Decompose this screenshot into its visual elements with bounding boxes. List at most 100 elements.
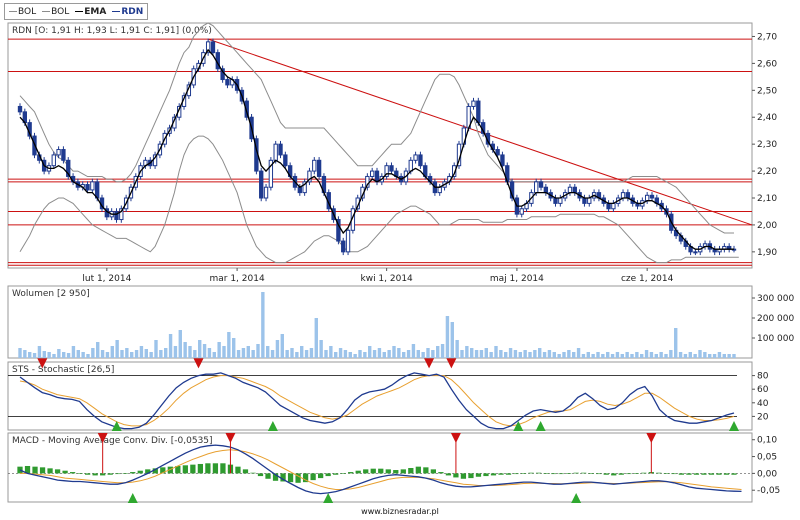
volume-bar	[324, 350, 328, 358]
candle-body	[625, 192, 631, 199]
candle-body	[413, 154, 418, 161]
y-tick-label: 2,30	[757, 140, 777, 150]
volume-bar	[416, 350, 420, 358]
volume-bar	[669, 350, 673, 358]
volume-bar	[698, 350, 702, 358]
y-tick-label: 2,20	[757, 167, 777, 177]
volume-bar	[236, 350, 241, 358]
macd-histogram-bar	[581, 472, 587, 474]
volume-bar	[246, 346, 250, 358]
panel-frame	[7, 22, 753, 269]
macd-histogram-bar	[190, 464, 196, 474]
candle-body	[558, 197, 563, 204]
candle-body	[476, 100, 481, 124]
volume-bar	[42, 351, 46, 358]
candle-body	[418, 154, 423, 167]
volume-bar	[198, 340, 202, 358]
y-tick-label: 2,00	[757, 221, 777, 231]
volume-bar	[207, 348, 212, 358]
volume-bar	[28, 352, 32, 358]
volume-bar	[635, 352, 639, 358]
legend-item: BOL	[42, 7, 69, 17]
volume-bar	[295, 352, 299, 358]
volume-bar	[693, 354, 697, 358]
candle-body	[471, 100, 476, 107]
volume-bar	[620, 354, 624, 358]
candle-body	[56, 149, 61, 156]
y-tick-label: 20	[757, 412, 769, 422]
legend-item: EMA	[75, 7, 106, 17]
macd-histogram-bar	[363, 469, 369, 474]
macd-histogram-bar	[708, 473, 715, 475]
macd-histogram-bar	[85, 473, 91, 475]
macd-histogram-bar	[257, 473, 264, 477]
macd-histogram-bar	[107, 473, 113, 475]
candle-body	[606, 202, 611, 210]
volume-bar	[382, 352, 386, 358]
volume-bar	[62, 352, 66, 358]
macd-histogram-bar	[468, 473, 474, 479]
y-tick-label: 0,00	[757, 469, 777, 479]
y-tick-label: 2,70	[757, 32, 777, 42]
volume-bar	[397, 348, 401, 358]
legend-swatch	[42, 11, 51, 12]
macd-histogram-bar	[483, 473, 489, 477]
volume-bar	[547, 350, 552, 358]
macd-histogram-bar	[558, 473, 564, 475]
volume-bar	[154, 340, 158, 358]
macd-histogram-bar	[423, 467, 429, 474]
candle-body	[500, 154, 505, 167]
panel-frame	[7, 285, 753, 359]
macd-histogram-bar	[453, 473, 459, 478]
y-tick-label: 200 000	[757, 314, 794, 324]
stochastic-panel: 20 40 60 80 STS - Stochastic [26,5]	[7, 358, 769, 431]
volume-bar	[193, 350, 197, 358]
macd-histogram-bar	[678, 473, 685, 475]
y-tick-label: -0,05	[757, 486, 780, 496]
volume-bar	[334, 352, 338, 358]
candle-body	[553, 197, 558, 204]
macd-histogram-bar	[513, 473, 519, 475]
volume-bar	[596, 352, 600, 358]
macd-histogram-bar	[535, 472, 542, 474]
volume-bar	[528, 352, 532, 358]
macd-histogram-bar	[626, 473, 632, 475]
y-tick-label: 2,50	[757, 86, 777, 96]
macd-histogram-bar	[92, 473, 98, 476]
macd-histogram-bar	[100, 473, 106, 476]
volume-bar	[732, 354, 736, 358]
volume-bar	[139, 346, 144, 358]
macd-histogram-bar	[430, 469, 436, 474]
macd-histogram-bar	[137, 470, 143, 474]
macd-histogram-bar	[378, 468, 384, 474]
candle-body	[225, 79, 230, 86]
panel-title: Wolumen [2 950]	[12, 289, 90, 299]
volume-bar	[465, 346, 469, 358]
volume-bar	[86, 354, 90, 358]
volume-bar	[222, 346, 226, 358]
candle-body	[620, 192, 626, 199]
volume-bar	[533, 350, 537, 358]
macd-histogram-bar	[115, 473, 121, 475]
volume-bar	[518, 352, 522, 358]
candle-body	[495, 149, 500, 156]
candle-body	[61, 149, 66, 161]
volume-bar	[654, 354, 658, 358]
volume-bar	[722, 354, 726, 358]
macd-histogram-bar	[205, 463, 211, 474]
macd-histogram-bar	[528, 472, 534, 474]
x-tick-label: kwi 1, 2014	[361, 274, 414, 284]
candle-body	[582, 197, 587, 204]
volume-bar	[314, 318, 318, 358]
candle-body	[90, 181, 95, 191]
macd-histogram-bar	[588, 473, 594, 474]
volume-bar	[105, 352, 110, 358]
candle-body	[341, 240, 346, 253]
volume-bar	[110, 346, 114, 358]
volume-bar	[57, 349, 61, 358]
macd-histogram-bar	[505, 473, 512, 475]
volume-bar	[309, 348, 314, 358]
volume-bar	[144, 349, 148, 358]
volume-bar	[256, 344, 260, 358]
legend-label: RDN	[121, 6, 144, 17]
